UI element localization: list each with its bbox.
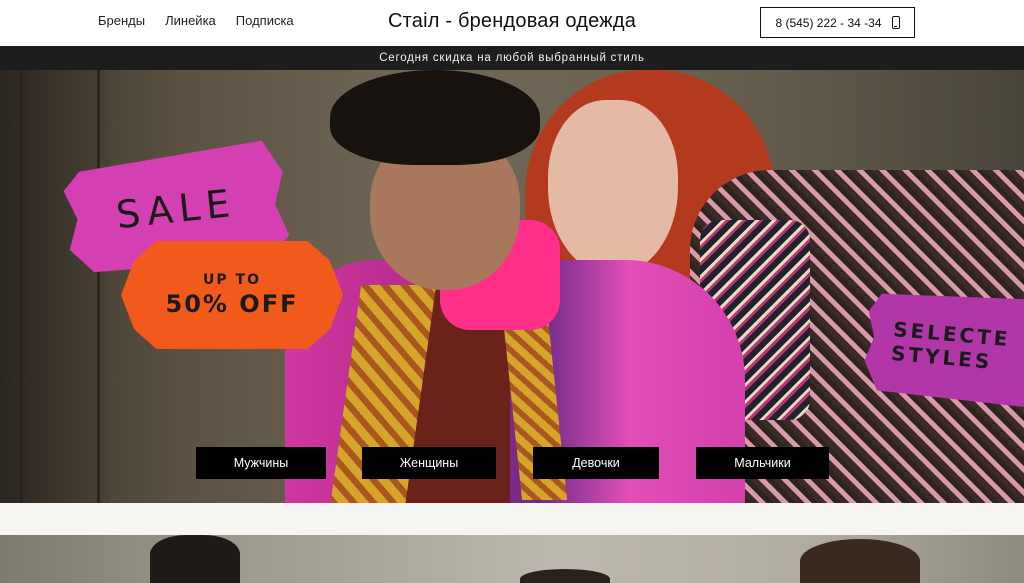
- selected-styles-sticker: SELECTE STYLES: [862, 284, 1024, 410]
- next-section-figure-right: [800, 539, 920, 583]
- category-button-boys[interactable]: Мальчики: [696, 447, 829, 479]
- site-header: Бренды Линейка Подписка Стаіл - брендова…: [0, 0, 1024, 46]
- hero-man-hair: [330, 70, 540, 165]
- category-button-women[interactable]: Женщины: [362, 447, 496, 479]
- mobile-phone-icon: [891, 16, 900, 29]
- phone-button[interactable]: 8 (545) 222 - 34 -34: [760, 7, 915, 38]
- sale-sticker-text: SALE: [114, 180, 238, 238]
- next-section-figure-middle: [520, 569, 610, 583]
- hero-banner: SALE UP TO 50% OFF SELECTE STYLES Мужчин…: [0, 70, 1024, 503]
- phone-number: 8 (545) 222 - 34 -34: [775, 15, 882, 30]
- category-button-girls[interactable]: Девочки: [533, 447, 659, 479]
- discount-sticker: UP TO 50% OFF: [121, 241, 343, 349]
- hero-background-door: [20, 70, 100, 503]
- promo-bar: Сегодня скидка на любой выбранный стиль: [0, 46, 1024, 70]
- hero-woman-face: [548, 100, 678, 275]
- discount-sticker-line1: UP TO: [203, 272, 261, 288]
- discount-sticker-line2: 50% OFF: [165, 290, 299, 318]
- next-section-image: [0, 535, 1024, 583]
- category-button-men[interactable]: Мужчины: [196, 447, 326, 479]
- next-section-figure-left: [150, 535, 240, 583]
